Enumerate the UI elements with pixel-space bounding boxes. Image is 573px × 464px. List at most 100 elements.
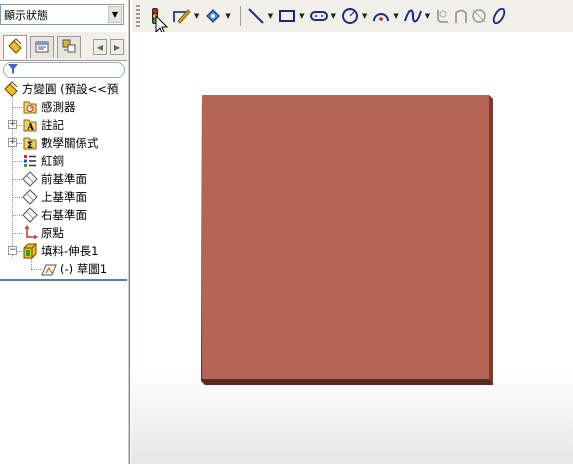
tree-item-label: 原點 — [41, 226, 64, 240]
tree-item-label: 右基準面 — [41, 208, 87, 222]
tree-item-sensors[interactable]: 感測器 — [22, 98, 76, 116]
offset-icon — [470, 6, 488, 26]
arc-dropdown-icon[interactable]: ▼ — [393, 12, 398, 20]
expand-toggle-equations[interactable]: + — [8, 138, 17, 147]
offset-button[interactable] — [470, 5, 488, 27]
chamfer-icon — [452, 6, 470, 26]
circle-icon — [340, 6, 360, 26]
tree-item-label: 註記 — [41, 118, 64, 132]
toolbar-separator — [239, 6, 241, 26]
panel-splitter[interactable] — [127, 0, 130, 464]
display-state-value: 顯示狀態 — [4, 8, 48, 22]
tree-item-annotations[interactable]: A 註記 — [22, 116, 64, 134]
plane-icon — [22, 189, 38, 205]
svg-text:Σ: Σ — [27, 141, 33, 151]
expand-toggle-annotations[interactable]: + — [8, 120, 17, 129]
part-right-edge — [489, 95, 493, 385]
tree-item-label: 感測器 — [41, 100, 76, 114]
tree-connector — [12, 197, 22, 198]
tree-item-label: 填料-伸長1 — [41, 244, 99, 258]
fillet-icon — [434, 6, 452, 26]
ellipse-button[interactable] — [490, 5, 508, 27]
tree-item-label: 數學關係式 — [41, 136, 99, 150]
extrude-icon — [22, 243, 38, 259]
spline-icon — [403, 6, 423, 26]
feature-manager-panel: ◀ ▶ 方變圓 (預設<<預 感測器 + A 註記 + Σ 數學關係式 紅銅 前… — [0, 32, 127, 464]
sensor-icon — [22, 99, 38, 115]
slot-icon — [309, 6, 329, 26]
tree-item-front-plane[interactable]: 前基準面 — [22, 170, 87, 188]
configuration-manager-icon — [61, 38, 77, 57]
material-icon — [22, 153, 38, 169]
sketch-dropdown-icon[interactable]: ▼ — [194, 12, 199, 20]
tab-scroll-left-button[interactable]: ◀ — [93, 39, 107, 55]
chevron-down-icon[interactable]: ▼ — [108, 6, 122, 23]
tree-filter-input[interactable] — [3, 62, 125, 78]
draw-pen-button[interactable]: ▼ — [203, 5, 234, 27]
chamfer-button[interactable] — [452, 5, 470, 27]
tree-item-top-plane[interactable]: 上基準面 — [22, 188, 87, 206]
tree-connector — [31, 269, 41, 270]
line-button[interactable]: ▼ — [246, 5, 277, 27]
tab-configuration-manager[interactable] — [57, 36, 81, 58]
sketch-icon — [172, 6, 192, 26]
tab-feature-manager[interactable] — [3, 35, 27, 59]
collapse-toggle-extrude[interactable]: − — [8, 246, 17, 255]
tree-item-label: 上基準面 — [41, 190, 87, 204]
rectangle-button[interactable]: ▼ — [277, 5, 308, 27]
feature-tree-icon — [7, 38, 23, 57]
tree-item-label: 前基準面 — [41, 172, 87, 186]
line-dropdown-icon[interactable]: ▼ — [268, 12, 273, 20]
sketch-toolbar: ▼ ▼ ▼ ▼ ▼ ▼ ▼ ▼ — [132, 0, 573, 32]
tree-item-right-plane[interactable]: 右基準面 — [22, 206, 87, 224]
tree-item-label: (-) 草圖1 — [60, 262, 108, 276]
rollback-bar[interactable] — [0, 279, 127, 281]
tree-item-equations[interactable]: Σ 數學關係式 — [22, 134, 99, 152]
svg-text:A: A — [26, 123, 35, 133]
rectangle-dropdown-icon[interactable]: ▼ — [299, 12, 304, 20]
rectangle-icon — [277, 6, 297, 26]
origin-icon — [22, 225, 38, 241]
tree-connector — [31, 259, 32, 269]
tree-item-origin[interactable]: 原點 — [22, 224, 64, 242]
toolbar-grip[interactable] — [136, 5, 140, 27]
tree-connector — [12, 233, 22, 234]
circle-dropdown-icon[interactable]: ▼ — [362, 12, 367, 20]
tab-scroll-right-button[interactable]: ▶ — [110, 39, 124, 55]
slot-dropdown-icon[interactable]: ▼ — [331, 12, 336, 20]
panel-tabs: ◀ ▶ — [0, 32, 127, 61]
property-manager-icon — [34, 38, 50, 57]
draw-pen-icon — [203, 6, 223, 26]
tree-connector — [12, 179, 22, 180]
draw-pen-dropdown-icon[interactable]: ▼ — [225, 12, 230, 20]
tree-item-extrude[interactable]: 填料-伸長1 — [22, 242, 98, 260]
fillet-button[interactable] — [434, 5, 452, 27]
ellipse-icon — [490, 6, 508, 26]
tree-connector — [12, 161, 22, 162]
circle-button[interactable]: ▼ — [340, 5, 371, 27]
tree-root[interactable]: 方變圓 (預設<<預 — [3, 80, 118, 98]
tree-connector — [12, 107, 22, 108]
filter-icon — [8, 63, 18, 77]
spline-dropdown-icon[interactable]: ▼ — [425, 12, 430, 20]
spline-button[interactable]: ▼ — [403, 5, 434, 27]
line-icon — [246, 6, 266, 26]
annotation-icon: A — [22, 117, 38, 133]
equation-icon: Σ — [22, 135, 38, 151]
tree-root-label: 方變圓 (預設<<預 — [22, 82, 119, 96]
extruded-square-part[interactable] — [201, 95, 493, 385]
tree-connector — [12, 215, 22, 216]
tree-item-label: 紅銅 — [41, 154, 64, 168]
arc-icon — [371, 6, 391, 26]
plane-icon — [22, 207, 38, 223]
slot-button[interactable]: ▼ — [309, 5, 340, 27]
tab-property-manager[interactable] — [30, 36, 54, 58]
part-top-face — [202, 95, 489, 379]
arc-button[interactable]: ▼ — [371, 5, 402, 27]
tree-item-material[interactable]: 紅銅 — [22, 152, 64, 170]
tree-item-sketch[interactable]: (-) 草圖1 — [41, 260, 107, 278]
sketch-button[interactable]: ▼ — [172, 5, 203, 27]
display-state-combo[interactable]: 顯示狀態 ▼ — [0, 4, 124, 25]
part-icon — [3, 81, 19, 97]
sketch-node-icon — [41, 261, 57, 277]
